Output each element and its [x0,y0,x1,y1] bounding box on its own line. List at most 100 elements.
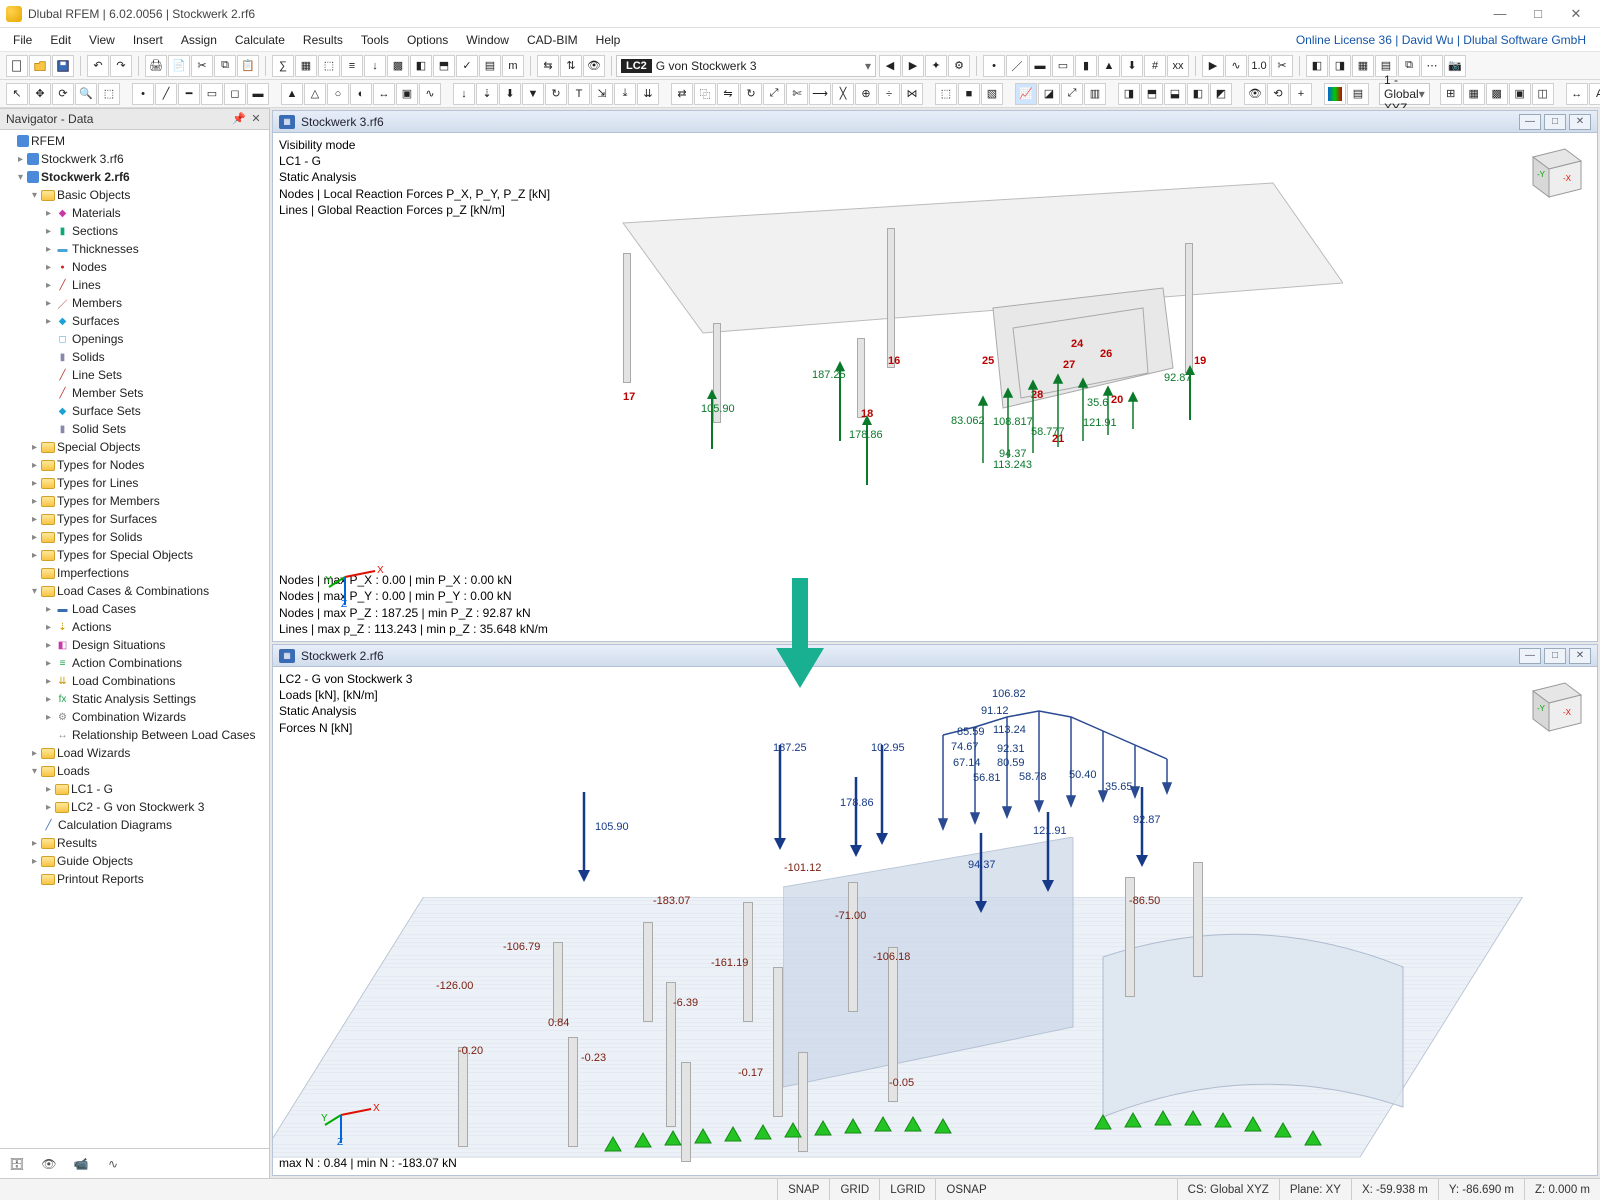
tb-draw-surface-icon[interactable]: ▭ [201,83,223,105]
tree-actioncombos[interactable]: Action Combinations [72,656,182,670]
tb-lc-settings-icon[interactable]: ⚙ [948,55,970,77]
tb-hinge-icon[interactable]: ○ [327,83,349,105]
tb-wp4-icon[interactable]: ▣ [1509,83,1531,105]
tree-calcdiag[interactable]: Calculation Diagrams [58,818,172,832]
tb-edit-copy-icon[interactable]: ⿻ [694,83,716,105]
tb-load-gen-icon[interactable]: ⇊ [637,83,659,105]
tree-combowizards[interactable]: Combination Wizards [72,710,186,724]
tb-result-on-icon[interactable]: 📈 [1015,83,1037,105]
tb-copy-icon[interactable]: ⧉ [214,55,236,77]
coord-system-selector[interactable]: 1 - Global XYZ ▾ [1379,83,1430,105]
tb-edit-divide-icon[interactable]: ÷ [878,83,900,105]
tb-display-values-icon[interactable]: xx [1167,55,1189,77]
tb-report-icon[interactable]: 📄 [168,55,190,77]
tree-lc1[interactable]: LC1 - G [71,782,113,796]
tb-load-line-icon[interactable]: ⇣ [476,83,498,105]
menu-help[interactable]: Help [587,31,630,49]
tb-show-icon[interactable]: 👁 [583,55,605,77]
tb-wp3-icon[interactable]: ▩ [1486,83,1508,105]
tb-draw-opening-icon[interactable]: ◻ [224,83,246,105]
tb-zoom-icon[interactable]: 🔍 [75,83,97,105]
tb-camera-icon[interactable]: 📷 [1444,55,1466,77]
pane-minimize-icon[interactable]: — [1519,114,1541,130]
tb-load-member-icon[interactable]: ⬇ [499,83,521,105]
viewport-top-canvas[interactable]: Visibility mode LC1 - G Static Analysis … [273,133,1597,641]
menu-assign[interactable]: Assign [172,31,226,49]
tb-undo-icon[interactable]: ↶ [87,55,109,77]
tb-paste-icon[interactable]: 📋 [237,55,259,77]
tb-result-scale-icon[interactable]: ⤢ [1061,83,1083,105]
menu-results[interactable]: Results [294,31,352,49]
tree-loadcombos[interactable]: Load Combinations [72,674,175,688]
tree-results[interactable]: Results [57,836,97,850]
tree-types-nodes[interactable]: Types for Nodes [57,458,144,472]
navigator-close-icon[interactable]: ✕ [249,112,263,126]
tb-view-trans-icon[interactable]: ▧ [981,83,1003,105]
tb-edit-scale-icon[interactable]: ⤢ [763,83,785,105]
tb-view-persp-icon[interactable]: ◩ [1210,83,1232,105]
tb-loadcombo2-icon[interactable]: ⇅ [560,55,582,77]
tb-filled-icon[interactable]: ▦ [1352,55,1374,77]
tree-types-solids[interactable]: Types for Solids [57,530,142,544]
load-case-selector[interactable]: LC2 G von Stockwerk 3 ▾ [616,55,876,77]
tb-open-icon[interactable] [29,55,51,77]
tb-values2-icon[interactable]: 1.0 [1248,55,1270,77]
tb-check-icon[interactable]: ✓ [456,55,478,77]
tb-edit-merge-icon[interactable]: ⊕ [855,83,877,105]
tb-edit-trim-icon[interactable]: ✄ [786,83,808,105]
tb-contour-icon[interactable]: ◨ [1329,55,1351,77]
tree-lcc[interactable]: Load Cases & Combinations [57,584,209,598]
tree-static-analysis[interactable]: Static Analysis Settings [72,692,196,706]
tb-spring-icon[interactable]: ∿ [419,83,441,105]
tree-openings[interactable]: Openings [72,332,123,346]
tb-ecc-icon[interactable]: ↔ [373,83,395,105]
tb-view-yz-icon[interactable]: ◧ [1187,83,1209,105]
tree-surfaces[interactable]: Surfaces [72,314,119,328]
tb-rotate-icon[interactable]: ⟳ [52,83,74,105]
tb-release-icon[interactable]: ◐ [350,83,372,105]
tree-linesets[interactable]: Line Sets [72,368,122,382]
tb-visibility-icon[interactable]: 👁 [1244,83,1266,105]
tb-color-icon[interactable] [1324,83,1346,105]
tree-lc2[interactable]: LC2 - G von Stockwerk 3 [71,800,204,814]
tb-display-lines-icon[interactable]: ／ [1006,55,1028,77]
tb-load-imp-icon[interactable]: ⇲ [591,83,613,105]
tb-draw-line-icon[interactable]: ╱ [155,83,177,105]
tb-grid-icon[interactable]: ▤ [479,55,501,77]
tb-display-solids-icon[interactable]: ▮ [1075,55,1097,77]
nav-cube-icon[interactable]: -Y -X [1519,141,1587,203]
tb-draw-member-icon[interactable]: ━ [178,83,200,105]
tb-display-supports-icon[interactable]: ▲ [1098,55,1120,77]
tb-extra-icon[interactable]: ⋯ [1421,55,1443,77]
tree-thicknesses[interactable]: Thicknesses [72,242,139,256]
tb-edit-split-icon[interactable]: ╳ [832,83,854,105]
pin-icon[interactable]: 📌 [232,112,246,126]
tree-guide[interactable]: Guide Objects [57,854,133,868]
menu-view[interactable]: View [80,31,124,49]
tb-zoomwin-icon[interactable]: ⬚ [98,83,120,105]
tree-basic-objects[interactable]: Basic Objects [57,188,130,202]
tb-load-node-icon[interactable]: ↓ [453,83,475,105]
tree-root[interactable]: RFEM [31,134,65,148]
nav-tab-display-icon[interactable]: 👁 [38,1155,60,1173]
viewport-bottom[interactable]: ▦ Stockwerk 2.rf6 — □ ✕ LC2 - G von Stoc… [272,644,1598,1176]
tb-new-icon[interactable] [6,55,28,77]
tb-load-surface-icon[interactable]: ▼ [522,83,544,105]
tree-sections[interactable]: Sections [72,224,118,238]
tb-edit-rotate-icon[interactable]: ↻ [740,83,762,105]
tree-types-members[interactable]: Types for Members [57,494,160,508]
viewport-top[interactable]: ▦ Stockwerk 3.rf6 — □ ✕ Visibility mode … [272,110,1598,642]
tb-lc-star-icon[interactable]: ✦ [925,55,947,77]
tb-display-members-icon[interactable]: ▬ [1029,55,1051,77]
tree-file-1[interactable]: Stockwerk 3.rf6 [41,152,124,166]
tb-iso-icon[interactable]: ◧ [1306,55,1328,77]
tb-view-xz-icon[interactable]: ⬓ [1164,83,1186,105]
nav-tab-views-icon[interactable]: 📹 [70,1155,92,1173]
tree-file-2[interactable]: Stockwerk 2.rf6 [41,170,130,184]
tb-display-nodes-icon[interactable]: • [983,55,1005,77]
tb-draw-node-icon[interactable]: • [132,83,154,105]
menu-file[interactable]: File [4,31,41,49]
status-snap[interactable]: SNAP [777,1179,829,1200]
pane-maximize-icon[interactable]: □ [1544,114,1566,130]
tb-next-lc-icon[interactable]: ▶ [902,55,924,77]
